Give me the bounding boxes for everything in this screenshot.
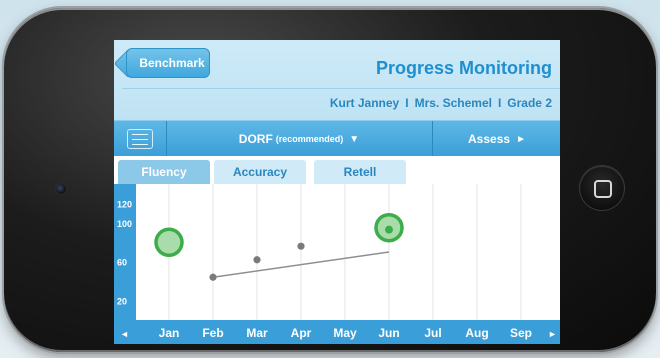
tab-bar: Fluency Accuracy Retell (114, 156, 560, 184)
measure-dropdown[interactable]: DORF (recommended) ▼ (166, 121, 432, 157)
header-divider (122, 88, 560, 89)
app-screen: Benchmark Progress Monitoring Kurt Janne… (114, 40, 560, 344)
x-tick-label: Jan (159, 326, 180, 340)
y-tick-label: 120 (117, 199, 132, 209)
page-title: Progress Monitoring (375, 58, 552, 78)
camera-icon (56, 184, 66, 194)
fluency-chart: 120 100 60 20 Jan Feb Mar Apr May Jun Jul Aug Sep ◄ ► (114, 184, 560, 344)
tab-accuracy[interactable]: Accuracy (214, 160, 306, 184)
x-tick-label: Aug (465, 326, 488, 340)
student-name: Kurt Janney (329, 96, 400, 110)
home-button[interactable] (580, 166, 624, 210)
measure-note: (recommended) (275, 134, 344, 144)
assess-label: Assess (468, 132, 511, 146)
list-icon (127, 129, 153, 149)
device-frame: Benchmark Progress Monitoring Kurt Janne… (4, 8, 656, 352)
x-tick-label: Feb (202, 326, 223, 340)
y-tick-label: 60 (117, 258, 127, 268)
next-arrow-icon[interactable]: ► (548, 329, 557, 339)
separator: I (405, 96, 409, 110)
app-header: Benchmark Progress Monitoring Kurt Janne… (114, 40, 560, 120)
y-tick-label: 100 (117, 219, 132, 229)
data-point[interactable] (385, 225, 393, 234)
grade-label: Grade 2 (507, 96, 552, 110)
play-arrow-icon: ► (516, 133, 526, 145)
tab-fluency[interactable]: Fluency (118, 160, 210, 184)
data-point[interactable] (253, 256, 261, 264)
student-info: Kurt Janney I Mrs. Schemel I Grade 2 (330, 96, 552, 110)
list-button[interactable] (114, 121, 167, 157)
x-tick-label: Mar (246, 326, 268, 340)
toolbar: DORF (recommended) ▼ Assess ► (114, 120, 560, 157)
data-point[interactable] (297, 242, 305, 250)
assess-button[interactable]: Assess ► (432, 121, 560, 157)
measure-label: DORF (238, 132, 273, 146)
benchmark-circle[interactable] (154, 227, 184, 258)
chart-svg: 120 100 60 20 Jan Feb Mar Apr May Jun Jul Aug Sep ◄ ► (114, 184, 560, 344)
x-tick-label: Jun (378, 326, 399, 340)
separator: I (497, 96, 502, 110)
data-point[interactable] (209, 273, 217, 281)
chevron-down-icon: ▼ (349, 133, 360, 145)
x-tick-label: Jul (424, 326, 441, 340)
x-tick-label: Sep (510, 326, 532, 340)
prev-arrow-icon[interactable]: ◄ (120, 329, 129, 339)
home-square-icon (594, 180, 612, 198)
x-tick-label: May (333, 326, 357, 340)
tab-retell[interactable]: Retell (314, 160, 406, 184)
benchmark-back-button[interactable]: Benchmark (126, 48, 210, 78)
teacher-name: Mrs. Schemel (414, 96, 492, 110)
x-tick-label: Apr (291, 326, 312, 340)
y-tick-label: 20 (117, 297, 127, 307)
